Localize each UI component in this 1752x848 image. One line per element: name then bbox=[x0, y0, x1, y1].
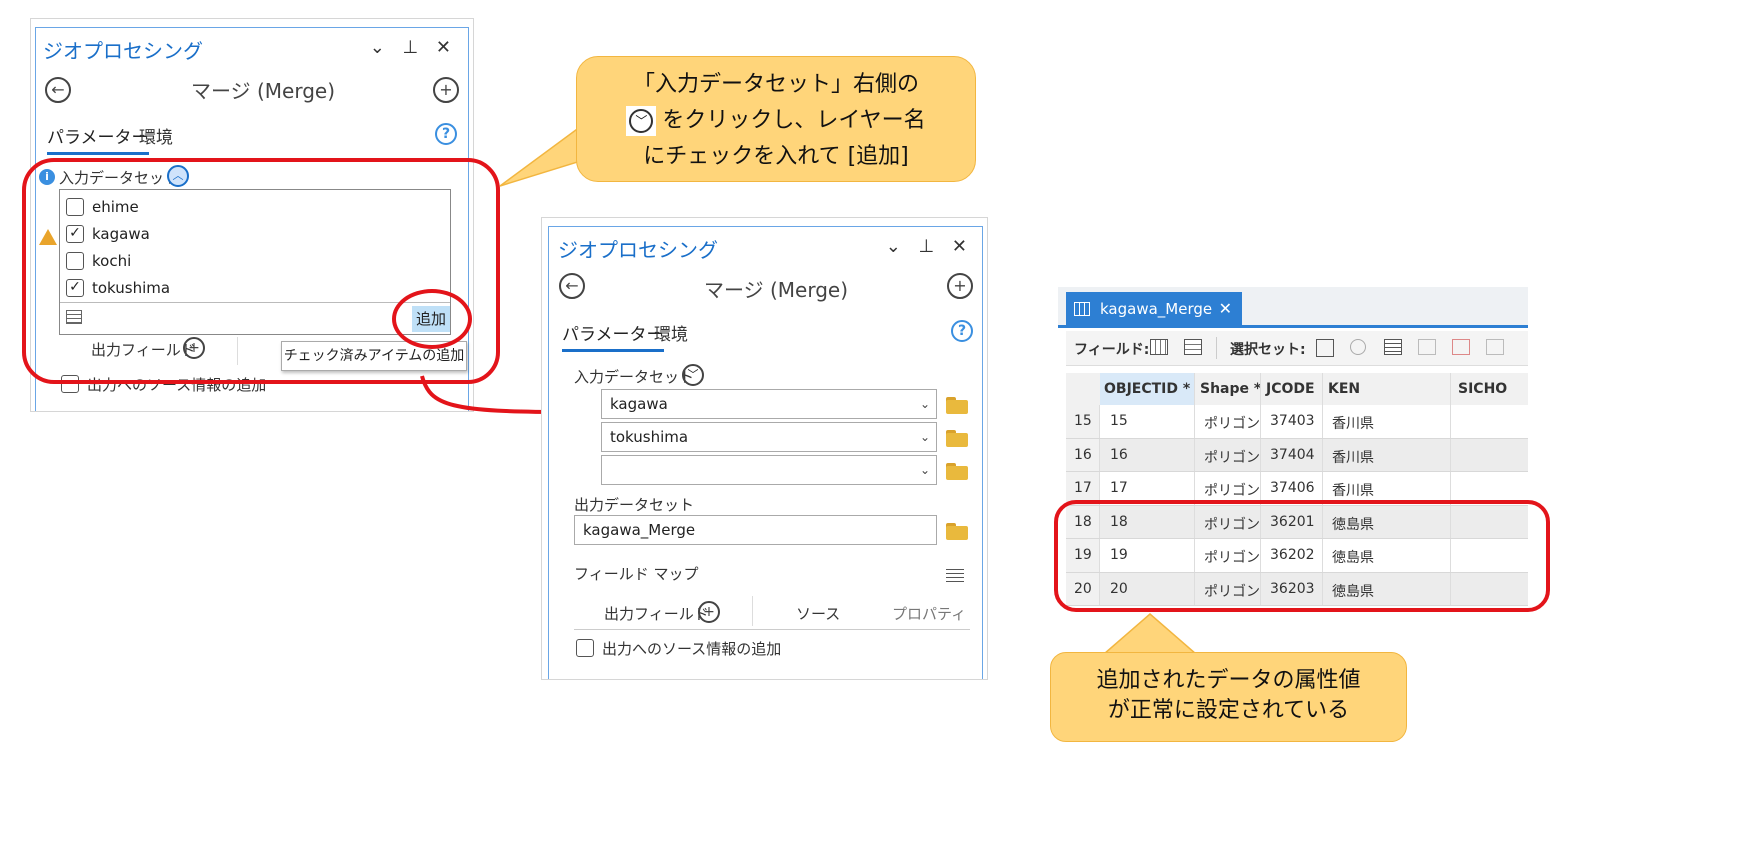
input-dataset-combo-1[interactable]: kagawa ⌄ bbox=[601, 389, 937, 419]
table-row[interactable]: 16 16 ポリゴン 37404 香川県 bbox=[1066, 438, 1528, 472]
add-field-icon[interactable] bbox=[1150, 339, 1168, 355]
callout-line-1: 「入力データセット」右側の bbox=[632, 72, 919, 97]
source-info-checkbox[interactable] bbox=[576, 639, 594, 657]
col-header-sicho[interactable]: SICHO bbox=[1458, 381, 1507, 397]
cell-jcode[interactable]: 37406 bbox=[1270, 480, 1315, 496]
folder-icon[interactable] bbox=[946, 396, 970, 414]
input-dataset-label: 入力データセット bbox=[574, 368, 695, 386]
dropdown-chevron-icon: ﹀ bbox=[626, 106, 657, 136]
selection-label: 選択セット: bbox=[1230, 342, 1306, 358]
help-icon[interactable]: ? bbox=[435, 123, 457, 145]
row-number: 16 bbox=[1074, 446, 1092, 463]
cell-objectid[interactable]: 15 bbox=[1110, 413, 1128, 429]
clear-selection-icon[interactable] bbox=[1418, 339, 1436, 355]
highlight-new-rows bbox=[1054, 500, 1550, 612]
tab-environments[interactable]: 環境 bbox=[654, 320, 688, 345]
col-header-jcode[interactable]: JCODE bbox=[1266, 381, 1315, 397]
select-by-attr-icon[interactable] bbox=[1316, 339, 1334, 357]
cell-jcode[interactable]: 37404 bbox=[1270, 447, 1315, 463]
output-dataset-label: 出力データセット bbox=[574, 496, 695, 514]
table-tab[interactable]: kagawa_Merge ✕ bbox=[1066, 292, 1242, 326]
row-number: 15 bbox=[1074, 413, 1092, 429]
combo-value: kagawa bbox=[610, 395, 668, 413]
field-map-options-icon[interactable] bbox=[946, 566, 964, 582]
pane-title: ジオプロセシング bbox=[43, 39, 203, 63]
callout-pointer bbox=[499, 122, 588, 187]
close-tab-icon[interactable]: ✕ bbox=[1219, 292, 1232, 326]
dropdown-chevron-icon[interactable]: ﹀ bbox=[682, 364, 704, 386]
tab-environments[interactable]: 環境 bbox=[139, 123, 173, 148]
cell-ken[interactable]: 香川県 bbox=[1332, 413, 1374, 433]
folder-icon[interactable] bbox=[946, 522, 970, 540]
cell-shape[interactable]: ポリゴン bbox=[1204, 447, 1260, 467]
callout-pointer bbox=[1101, 613, 1199, 656]
col-header-shape[interactable]: Shape * bbox=[1200, 381, 1261, 397]
input-dataset-combo-3[interactable]: ⌄ bbox=[601, 455, 937, 485]
cell-ken[interactable]: 香川県 bbox=[1332, 480, 1374, 500]
tab-properties[interactable]: プロパティ bbox=[892, 603, 966, 624]
output-dataset-field[interactable]: kagawa_Merge bbox=[574, 515, 937, 545]
copy-selection-icon[interactable] bbox=[1486, 339, 1504, 355]
folder-icon[interactable] bbox=[946, 429, 970, 447]
col-header-objectid-label: OBJECTID * bbox=[1104, 381, 1191, 397]
delete-selection-icon[interactable] bbox=[1452, 339, 1470, 355]
table-header: OBJECTID * Shape * JCODE KEN SICHO bbox=[1066, 373, 1528, 406]
window-controls[interactable]: ⌄ ⊥ ✕ bbox=[886, 236, 973, 257]
fields-label: フィールド: bbox=[1074, 342, 1150, 358]
tool-title: マージ (Merge) bbox=[191, 79, 335, 103]
zoom-to-selection-icon[interactable] bbox=[1350, 339, 1366, 355]
geoprocessing-pane-middle: ジオプロセシング ⌄ ⊥ ✕ ← マージ (Merge) + パラメーター 環境… bbox=[541, 217, 988, 680]
add-icon[interactable]: + bbox=[947, 273, 973, 299]
table-row[interactable]: 15 15 ポリゴン 37403 香川県 bbox=[1066, 405, 1528, 439]
add-field-icon[interactable]: + bbox=[698, 601, 720, 623]
table-icon bbox=[1074, 302, 1090, 316]
tab-parameters[interactable]: パラメーター bbox=[47, 123, 149, 155]
highlight-add-button bbox=[392, 289, 472, 349]
cell-shape[interactable]: ポリゴン bbox=[1204, 480, 1260, 500]
output-value: kagawa_Merge bbox=[583, 521, 696, 539]
back-icon[interactable]: ← bbox=[559, 273, 585, 299]
result-callout: 追加されたデータの属性値 が正常に設定されている bbox=[1050, 652, 1407, 742]
window-controls[interactable]: ⌄ ⊥ ✕ bbox=[370, 37, 457, 58]
output-fields-label: 出力フィールド bbox=[604, 605, 709, 623]
callout-line-2: をクリックし、レイヤー名 bbox=[662, 108, 926, 133]
pane-title: ジオプロセシング bbox=[558, 238, 718, 262]
switch-selection-icon[interactable] bbox=[1384, 339, 1402, 355]
table-toolbar: フィールド: 選択セット: bbox=[1066, 331, 1528, 366]
highlight-dropdown bbox=[22, 158, 500, 384]
source-info-label: 出力へのソース情報の追加 bbox=[602, 640, 782, 658]
callout-line-1: 追加されたデータの属性値 bbox=[1096, 668, 1361, 693]
add-icon[interactable]: + bbox=[433, 77, 459, 103]
cell-ken[interactable]: 香川県 bbox=[1332, 447, 1374, 467]
cell-objectid[interactable]: 16 bbox=[1110, 447, 1128, 463]
callout-line-2-wrap: ﹀ をクリックし、レイヤー名 bbox=[577, 103, 975, 139]
cell-objectid[interactable]: 17 bbox=[1110, 480, 1128, 496]
callout-line-2: が正常に設定されている bbox=[1107, 698, 1350, 723]
folder-icon[interactable] bbox=[946, 462, 970, 480]
cell-jcode[interactable]: 37403 bbox=[1270, 413, 1315, 429]
col-header-ken[interactable]: KEN bbox=[1328, 381, 1360, 397]
cell-shape[interactable]: ポリゴン bbox=[1204, 413, 1260, 433]
tool-title: マージ (Merge) bbox=[704, 278, 848, 302]
table-tab-label: kagawa_Merge bbox=[1100, 300, 1213, 318]
calculate-field-icon[interactable] bbox=[1184, 339, 1202, 355]
help-icon[interactable]: ? bbox=[951, 320, 973, 342]
back-icon[interactable]: ← bbox=[45, 77, 71, 103]
combo-value: tokushima bbox=[610, 428, 689, 446]
tab-parameters[interactable]: パラメーター bbox=[562, 320, 664, 352]
row-number: 17 bbox=[1074, 480, 1092, 496]
field-map-label: フィールド マップ bbox=[574, 565, 699, 583]
tab-source[interactable]: ソース bbox=[796, 603, 840, 624]
instruction-callout: 「入力データセット」右側の ﹀ をクリックし、レイヤー名 にチェックを入れて [… bbox=[576, 56, 976, 182]
input-dataset-combo-2[interactable]: tokushima ⌄ bbox=[601, 422, 937, 452]
callout-line-3: にチェックを入れて [追加] bbox=[643, 144, 909, 169]
